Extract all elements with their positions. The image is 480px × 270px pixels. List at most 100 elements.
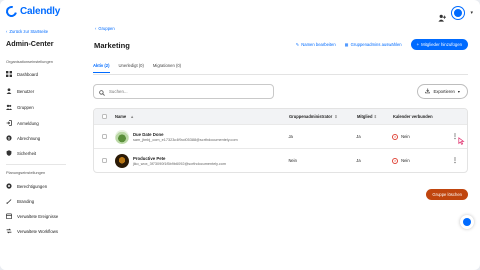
page-title: Marketing [94,41,130,50]
more-options-icon[interactable]: ⋮ [452,158,458,164]
member-value: Ja [356,158,361,163]
table-row[interactable]: Due Date Done sam_jtmbj_com_e17323c4f9cd… [94,124,467,148]
tab-active[interactable]: Aktiv (2) [93,63,110,73]
group-admin-value: Nein [288,158,297,163]
calendly-logo-icon [3,3,20,20]
column-header-label: Kalender verbunden [393,114,433,119]
grid-icon [6,71,12,77]
error-x-icon: × [392,133,399,140]
sidebar: Calendly ‹ Zurück zur Startseite Admin-C… [0,0,74,270]
breadcrumb[interactable]: ‹ Gruppen [95,26,115,31]
add-user-icon[interactable] [438,9,447,22]
column-member-header[interactable]: Mitglied ⇕ [357,114,393,119]
rename-button[interactable]: ✎ Namen bearbeiten [296,42,336,47]
sort-icon: ⇕ [334,114,338,119]
sidebar-divider [6,164,66,165]
column-calendar-header: Kalender verbunden [393,114,453,119]
member-name: Productive Pete [132,155,166,161]
select-all-checkbox[interactable] [101,113,108,120]
avatar [114,153,129,168]
delete-group-button[interactable]: Gruppe löschen [426,189,468,200]
select-admins-label: Gruppenadmins auswählen [350,42,402,47]
shield-icon [6,150,12,156]
help-button[interactable] [460,215,474,229]
org-settings-label: Organisationseinstellungen [6,59,53,64]
export-label: Exportieren [433,89,455,94]
main-content: ▾ ‹ Gruppen Marketing ✎ Namen bearbeiten… [78,0,480,270]
plus-icon: + [416,42,420,47]
table-row[interactable]: Productive Pete jiko_wox_3f73090f1f5b9b6… [94,148,467,172]
sidebar-item-label: Anmeldung [17,120,39,126]
sidebar-item-permissions[interactable]: Berechtigungen [6,182,47,190]
search-box[interactable] [93,84,274,99]
sidebar-item-managed-workflows[interactable]: Verwaltete Workflows [6,227,58,235]
sidebar-item-label: Verwaltete Workflows [17,228,58,234]
sidebar-item-label: Gruppen [17,104,34,110]
calendly-logo[interactable]: Calendly [3,3,61,20]
tabs: Aktiv (2) Unerledigt (0) Migrationen (0) [93,63,181,73]
sidebar-item-signin[interactable]: Anmeldung [6,119,39,127]
sidebar-item-billing[interactable]: $ Abrechnung [6,134,40,142]
sidebar-item-groups[interactable]: Gruppen [6,103,34,111]
sidebar-item-branding[interactable]: Branding [6,197,34,205]
sidebar-item-users[interactable]: Benutzer [6,87,34,95]
sidebar-item-label: Benutzer [17,88,35,94]
search-input[interactable] [109,89,259,94]
sidebar-item-label: Dashboard [17,71,39,77]
planning-settings-label: Planungseinstellungen [6,170,46,175]
breadcrumb-groups-link[interactable]: Gruppen [98,26,114,31]
billing-icon: $ [6,135,12,141]
tab-migrations[interactable]: Migrationen (0) [153,63,181,73]
sidebar-item-managed-events[interactable]: Verwaltete Ereignisse [6,212,58,220]
events-icon [6,213,12,219]
select-admins-button[interactable]: ▦ Gruppenadmins auswählen [345,42,402,47]
avatar [114,129,129,144]
chevron-left-icon: ‹ [6,29,8,34]
sort-up-icon: ▲ [130,114,135,119]
member-email: sam_jtmbj_com_e17323c4f9cd05388@scrthdoc… [132,137,238,142]
permissions-icon [6,183,12,189]
group-icon [6,104,12,110]
chevron-down-icon[interactable]: ▾ [470,10,473,16]
admins-icon: ▦ [344,42,349,47]
column-header-label: Gruppenadministrator [289,114,333,119]
calendar-status: Nein [401,158,410,163]
sidebar-item-dashboard[interactable]: Dashboard [6,70,38,78]
member-email: jiko_wox_3f73090f1f5b9b6092@scrthdocumen… [132,161,227,166]
chevron-down-icon: ▾ [457,89,460,94]
table-header: Name ▲ Gruppenadministrator ⇕ Mitglied ⇕ K… [94,109,467,124]
column-name-header[interactable]: Name ▲ [115,114,289,119]
export-icon [425,88,431,95]
sidebar-item-label: Verwaltete Ereignisse [17,213,59,219]
back-to-home-link[interactable]: ‹ Zurück zur Startseite [6,29,48,34]
row-checkbox[interactable] [101,133,108,140]
sidebar-item-label: Branding [17,198,35,204]
export-button[interactable]: Exportieren ▾ [416,84,468,99]
app-window: Calendly ‹ Zurück zur Startseite Admin-C… [0,0,480,270]
sidebar-item-security[interactable]: Sicherheit [6,149,36,157]
tab-pending[interactable]: Unerledigt (0) [119,63,144,73]
sort-icon: ⇕ [373,114,377,119]
account-avatar[interactable] [452,7,465,19]
column-group-admin-header[interactable]: Gruppenadministrator ⇕ [289,114,357,119]
user-icon [6,88,12,94]
rename-label: Namen bearbeiten [301,42,336,47]
row-checkbox[interactable] [101,157,108,164]
search-icon [99,83,105,101]
chevron-left-icon: ‹ [95,26,97,31]
members-table: Name ▲ Gruppenadministrator ⇕ Mitglied ⇕ K… [93,108,468,173]
branding-icon [6,198,12,204]
sidebar-item-label: Sicherheit [17,150,37,156]
member-name: Due Date Done [132,131,164,137]
calendar-status: Nein [401,134,410,139]
admin-center-title: Admin-Center [6,39,54,48]
add-members-button[interactable]: + Mitglieder hinzufügen [410,39,468,50]
signin-icon [6,120,12,126]
back-link-label: Zurück zur Startseite [9,29,49,34]
top-right-controls: ▾ [438,7,473,22]
mouse-cursor-icon [458,137,465,145]
workflows-icon [6,228,12,234]
member-value: Ja [356,134,361,139]
logo-text: Calendly [20,6,61,17]
header-actions: ✎ Namen bearbeiten ▦ Gruppenadmins auswä… [296,39,468,50]
